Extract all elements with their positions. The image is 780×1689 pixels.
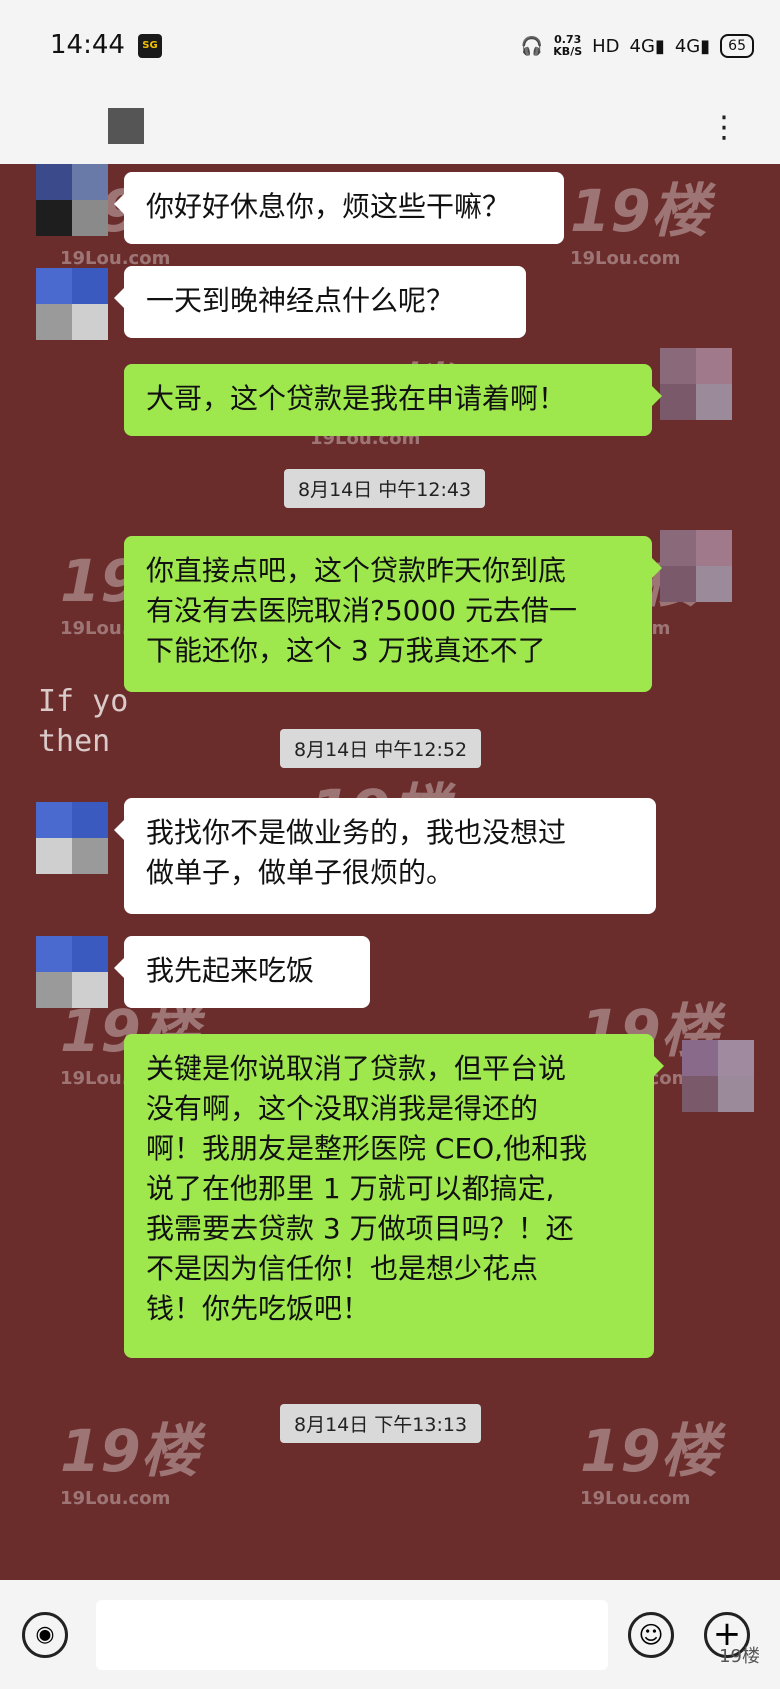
signal-label-2: 4G: [674, 35, 701, 57]
message-bubble[interactable]: 我先起来吃饭: [114, 936, 370, 1008]
hd-indicator: HD: [592, 35, 620, 57]
corner-watermark: 19楼: [719, 1646, 760, 1667]
message-line: 钱！你先吃饭吧！: [146, 1292, 371, 1325]
watermark-logo: 19楼19Lou.com: [580, 1417, 719, 1509]
message-bubble[interactable]: 你好好休息你，烦这些干嘛？: [114, 172, 564, 244]
contact-avatar[interactable]: [108, 108, 144, 144]
emoji-icon[interactable]: ☺: [628, 1612, 674, 1658]
message-line: 下能还你，这个 3 万我真还不了: [146, 634, 546, 667]
chat-header: ⋮: [0, 92, 780, 164]
watermark-logo: 19楼19Lou.com: [570, 177, 709, 269]
sender-avatar[interactable]: [36, 936, 108, 1008]
message-input[interactable]: [96, 1600, 608, 1670]
my-avatar[interactable]: [660, 348, 732, 420]
message-line: 啊！我朋友是整形医院 CEO,他和我: [146, 1132, 588, 1165]
message-line: 没有啊，这个没取消我是得还的: [146, 1092, 539, 1125]
app-notification-icon: SG: [138, 34, 162, 58]
message-line: 你直接点吧，这个贷款昨天你到底: [146, 554, 567, 587]
status-bar: 14:44 SG 🎧 0.73 KB/S HD 4G▮ 4G▮ 65: [0, 0, 780, 92]
battery-icon: 65: [720, 34, 754, 58]
message-text: 一天到晚神经点什么呢？: [146, 284, 455, 317]
network-speed-unit: KB/S: [553, 45, 583, 58]
message-bubble[interactable]: 我找你不是做业务的，我也没想过 做单子，做单子很烦的。: [114, 798, 656, 914]
signal-label-1: 4G: [629, 35, 655, 57]
message-line: 说了在他那里 1 万就可以都搞定,: [146, 1172, 555, 1205]
signal-icon-2: 4G▮: [674, 35, 711, 57]
background-text: If yo: [38, 684, 129, 719]
message-line: 不是因为信任你！也是想少花点: [146, 1252, 539, 1285]
message-line: 我找你不是做业务的，我也没想过: [146, 816, 567, 849]
timestamp: 8月14日 中午12:52: [280, 729, 482, 768]
headphone-icon: 🎧: [520, 35, 544, 57]
my-avatar[interactable]: [682, 1040, 754, 1112]
message-line: 关键是你说取消了贷款，但平台说: [146, 1052, 567, 1085]
message-text: 大哥，这个贷款是我在申请着啊！: [146, 382, 567, 415]
sender-avatar[interactable]: [36, 268, 108, 340]
message-text: 你好好休息你，烦这些干嘛？: [146, 190, 511, 223]
message-text: 我先起来吃饭: [146, 954, 315, 987]
timestamp: 8月14日 下午13:13: [280, 1404, 482, 1443]
sender-avatar[interactable]: [36, 164, 108, 236]
more-icon[interactable]: ⋮: [709, 110, 740, 145]
my-avatar[interactable]: [660, 530, 732, 602]
chat-area[interactable]: 19楼19Lou.com 19楼19Lou.com 19楼19Lou.com 1…: [0, 164, 780, 1580]
input-bar: ◉ ☺ + 19楼: [0, 1580, 780, 1689]
timestamp: 8月14日 中午12:43: [284, 469, 486, 508]
status-time: 14:44: [50, 30, 125, 60]
network-speed: 0.73 KB/S: [553, 34, 582, 58]
signal-icon-1: 4G▮: [629, 35, 665, 57]
message-bubble[interactable]: 关键是你说取消了贷款，但平台说 没有啊，这个没取消我是得还的 啊！我朋友是整形医…: [124, 1034, 664, 1358]
message-bubble[interactable]: 大哥，这个贷款是我在申请着啊！: [124, 364, 662, 436]
message-line: 我需要去贷款 3 万做项目吗？！还: [146, 1212, 574, 1245]
background-text: then: [38, 724, 111, 759]
sender-avatar[interactable]: [36, 802, 108, 874]
message-bubble[interactable]: 一天到晚神经点什么呢？: [114, 266, 526, 338]
watermark-logo: 19楼19Lou.com: [60, 1417, 199, 1509]
status-indicators: 🎧 0.73 KB/S HD 4G▮ 4G▮ 65: [521, 34, 754, 58]
voice-icon[interactable]: ◉: [22, 1612, 68, 1658]
message-line: 做单子，做单子很烦的。: [146, 856, 455, 889]
message-bubble[interactable]: 你直接点吧，这个贷款昨天你到底 有没有去医院取消?5000 元去借一 下能还你，…: [124, 536, 662, 692]
message-line: 有没有去医院取消?5000 元去借一: [146, 594, 578, 627]
